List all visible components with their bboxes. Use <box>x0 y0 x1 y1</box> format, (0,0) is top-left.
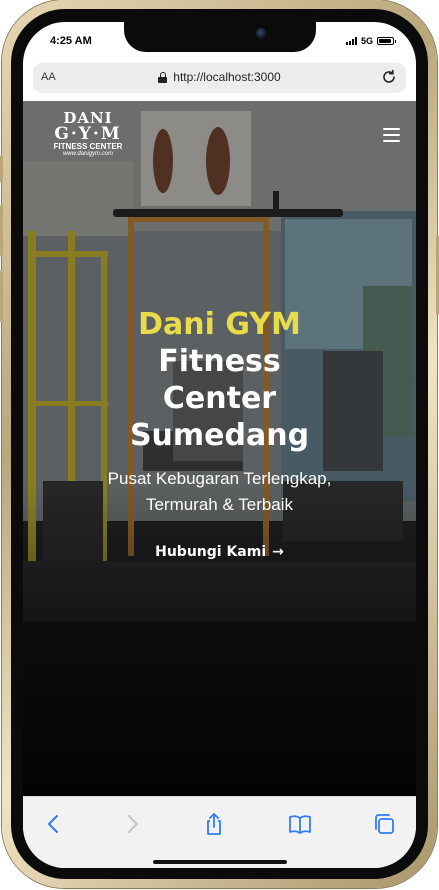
site-logo[interactable]: DANI G·Y·M FITNESS CENTER www.danigym.co… <box>36 110 140 166</box>
logo-line-3: FITNESS CENTER <box>53 142 123 151</box>
signal-icon <box>345 37 357 45</box>
browser-toolbar <box>23 796 416 868</box>
arrow-right-icon: → <box>272 544 284 560</box>
contact-us-button[interactable]: Hubungi Kami → <box>155 544 284 560</box>
mute-switch <box>0 155 3 183</box>
logo-line-2: G·Y·M <box>54 124 122 144</box>
logo-line-4: www.danigym.com <box>62 151 113 157</box>
address-bar[interactable]: AA http://localhost:3000 <box>33 63 406 93</box>
hero-section: DANI G·Y·M FITNESS CENTER www.danigym.co… <box>23 101 416 796</box>
reload-icon[interactable] <box>380 68 398 86</box>
hamburger-menu-icon[interactable] <box>383 128 400 142</box>
battery-icon <box>377 37 396 45</box>
contact-us-label: Hubungi Kami <box>155 544 267 560</box>
forward-icon[interactable] <box>119 811 145 837</box>
network-label: 5G <box>360 36 373 46</box>
url-text: http://localhost:3000 <box>173 70 281 84</box>
bookmarks-icon[interactable] <box>287 811 313 837</box>
hero-title: Fitness Center Sumedang <box>129 344 310 453</box>
back-icon[interactable] <box>41 811 67 837</box>
volume-down-button <box>0 270 3 322</box>
tabs-icon[interactable] <box>371 811 397 837</box>
home-indicator[interactable] <box>153 860 287 864</box>
hero-title-highlight: Dani GYM <box>138 307 301 342</box>
share-icon[interactable] <box>201 811 227 837</box>
front-camera-icon <box>256 28 267 39</box>
lock-icon <box>158 71 168 83</box>
url-display[interactable]: http://localhost:3000 <box>33 70 406 84</box>
battery-level <box>379 39 391 43</box>
status-indicators: 5G <box>345 36 396 46</box>
volume-up-button <box>0 205 3 257</box>
hero-content: Dani GYM Fitness Center Sumedang Pusat K… <box>23 306 416 560</box>
hero-subtitle: Pusat Kebugaran Terlengkap, Termurah & T… <box>107 469 332 514</box>
status-time: 4:25 AM <box>50 35 92 47</box>
screen: 4:25 AM 5G AA http://localhost:3000 DANI… <box>23 22 416 868</box>
notch <box>124 22 316 52</box>
